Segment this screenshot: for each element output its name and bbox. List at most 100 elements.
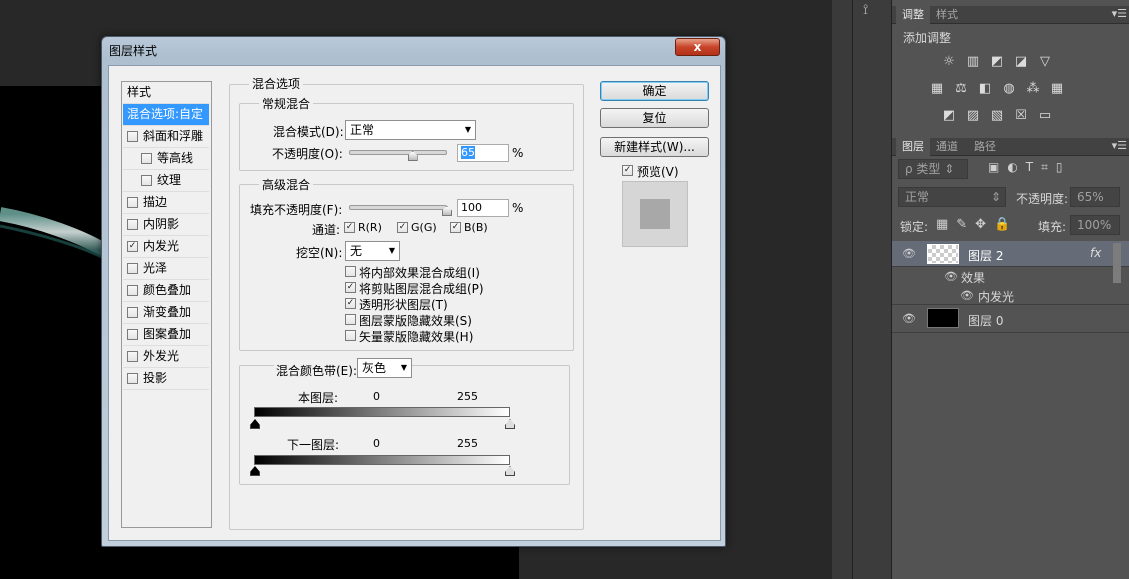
filter-icons[interactable]: ▣◐T⌗▯	[988, 160, 1071, 175]
tab-layers[interactable]: 图层	[896, 138, 930, 156]
opacity-input[interactable]: 65	[457, 144, 509, 162]
close-button[interactable]: x	[675, 38, 720, 56]
style-item-7[interactable]: 光泽	[123, 258, 209, 280]
exposure-icon[interactable]: ◪	[1012, 54, 1030, 70]
curves-icon[interactable]: ◩	[988, 54, 1006, 70]
blend-mode-value: 正常	[350, 123, 375, 137]
style-item-3[interactable]: 纹理	[123, 170, 209, 192]
visibility-eye-icon[interactable]: 👁	[960, 289, 974, 302]
style-item-checkbox[interactable]	[127, 131, 138, 142]
vibrance-icon[interactable]: ▽	[1036, 54, 1054, 70]
advanced-option-checkbox[interactable]	[345, 266, 356, 277]
selective-color-icon[interactable]: ☒	[1012, 108, 1030, 124]
visibility-eye-icon[interactable]: 👁	[902, 247, 916, 260]
style-item-checkbox[interactable]	[127, 351, 138, 362]
style-item-11[interactable]: 外发光	[123, 346, 209, 368]
levels-icon[interactable]: ▥	[964, 54, 982, 70]
style-item-label: 光泽	[143, 261, 168, 275]
style-item-9[interactable]: 渐变叠加	[123, 302, 209, 324]
style-item-checkbox[interactable]	[141, 153, 152, 164]
layer-blend-mode-value: 正常	[905, 190, 930, 204]
ok-button[interactable]: 确定	[600, 81, 709, 101]
style-item-12[interactable]: 投影	[123, 368, 209, 390]
lock-icons[interactable]: ▦✎✥🔒	[936, 217, 1018, 232]
tab-adjustments[interactable]: 调整	[896, 6, 930, 24]
style-item-4[interactable]: 描边	[123, 192, 209, 214]
style-item-8[interactable]: 颜色叠加	[123, 280, 209, 302]
channel-mixer-icon[interactable]: ⁂	[1024, 81, 1042, 97]
layer-row-2[interactable]: 👁 图层 2 fx	[892, 241, 1129, 267]
black-white-icon[interactable]: ◧	[976, 81, 994, 97]
tab-styles[interactable]: 样式	[930, 6, 964, 24]
visibility-eye-icon[interactable]: 👁	[902, 312, 916, 325]
panel-menu-icon[interactable]: ▾☰	[1112, 7, 1127, 20]
style-preview-swatch	[622, 181, 688, 247]
layer-name[interactable]: 图层 0	[968, 312, 1003, 329]
style-item-10[interactable]: 图案叠加	[123, 324, 209, 346]
threshold-icon[interactable]: ▧	[988, 108, 1006, 124]
blend-mode-select[interactable]: 正常 ▼	[345, 120, 476, 140]
canvas-scroll-strip	[832, 0, 852, 579]
invert-icon[interactable]: ◩	[940, 108, 958, 124]
channel-b-checkbox[interactable]: ✓	[450, 222, 461, 233]
style-item-6[interactable]: ✓ 内发光	[123, 236, 209, 258]
style-item-checkbox[interactable]	[127, 197, 138, 208]
style-item-checkbox[interactable]	[127, 307, 138, 318]
advanced-option-checkbox[interactable]: ✓	[345, 298, 356, 309]
effect-inner-glow-row[interactable]: 👁 内发光	[892, 286, 1129, 305]
style-item-checkbox[interactable]	[127, 329, 138, 340]
new-style-button[interactable]: 新建样式(W)...	[600, 137, 709, 157]
style-item-checkbox[interactable]	[141, 175, 152, 186]
layer-filter-select[interactable]: ρ 类型 ⇕	[898, 159, 968, 179]
style-item-0[interactable]: 混合选项:自定	[123, 104, 209, 126]
advanced-option-checkbox[interactable]	[345, 330, 356, 341]
photo-filter-icon[interactable]: ◍	[1000, 81, 1018, 97]
fx-icon[interactable]: fx	[1090, 246, 1101, 260]
brush-preset-icon[interactable]: ⟟	[863, 2, 868, 18]
fill-opacity-slider[interactable]	[349, 205, 447, 210]
knockout-select[interactable]: 无 ▼	[345, 241, 400, 261]
layers-scrollbar[interactable]	[1113, 243, 1121, 283]
color-lookup-icon[interactable]: ▦	[1048, 81, 1066, 97]
color-balance-icon[interactable]: ⚖	[952, 81, 970, 97]
this-layer-label: 本图层:	[298, 391, 339, 405]
layer-row-0[interactable]: 👁 图层 0	[892, 305, 1129, 333]
advanced-option-checkbox[interactable]	[345, 314, 356, 325]
adjustments-tabbar: 调整 样式 ▾☰	[892, 6, 1129, 24]
layer-opacity-input[interactable]: 65%	[1070, 187, 1120, 207]
layer-name[interactable]: 图层 2	[968, 247, 1003, 264]
channel-r-checkbox[interactable]: ✓	[344, 222, 355, 233]
brightness-icon[interactable]: ☼	[940, 54, 958, 70]
tab-paths[interactable]: 路径	[968, 138, 1002, 156]
fill-opacity-input[interactable]: 100	[457, 199, 509, 217]
style-item-checkbox[interactable]	[127, 285, 138, 296]
style-item-checkbox[interactable]	[127, 219, 138, 230]
channel-g-checkbox[interactable]: ✓	[397, 222, 408, 233]
channel-r-label: R(R)	[358, 221, 382, 234]
opacity-label: 不透明度(O):	[272, 147, 343, 161]
style-item-checkbox[interactable]: ✓	[127, 241, 138, 252]
style-item-label: 描边	[143, 195, 168, 209]
reset-button[interactable]: 复位	[600, 108, 709, 128]
opacity-slider[interactable]	[349, 150, 447, 155]
blend-if-select[interactable]: 灰色 ▼	[357, 358, 412, 378]
visibility-eye-icon[interactable]: 👁	[944, 270, 958, 283]
posterize-icon[interactable]: ▨	[964, 108, 982, 124]
layers-panel-menu-icon[interactable]: ▾☰	[1112, 139, 1127, 152]
style-item-2[interactable]: 等高线	[123, 148, 209, 170]
layer-fill-input[interactable]: 100%	[1070, 215, 1120, 235]
style-item-5[interactable]: 内阴影	[123, 214, 209, 236]
style-item-label: 斜面和浮雕	[143, 129, 204, 143]
advanced-option-checkbox[interactable]: ✓	[345, 282, 356, 293]
dialog-title: 图层样式	[109, 44, 158, 58]
hue-saturation-icon[interactable]: ▦	[928, 81, 946, 97]
chevron-down-icon: ▼	[464, 125, 471, 134]
style-item-checkbox[interactable]	[127, 373, 138, 384]
tab-channels[interactable]: 通道	[930, 138, 964, 156]
style-item-1[interactable]: 斜面和浮雕	[123, 126, 209, 148]
effects-row[interactable]: 👁 效果	[892, 267, 1129, 286]
style-item-checkbox[interactable]	[127, 263, 138, 274]
preview-checkbox[interactable]: ✓	[622, 165, 633, 176]
gradient-map-icon[interactable]: ▭	[1036, 108, 1054, 124]
layer-blend-mode-select[interactable]: 正常 ⇕	[898, 187, 1006, 207]
